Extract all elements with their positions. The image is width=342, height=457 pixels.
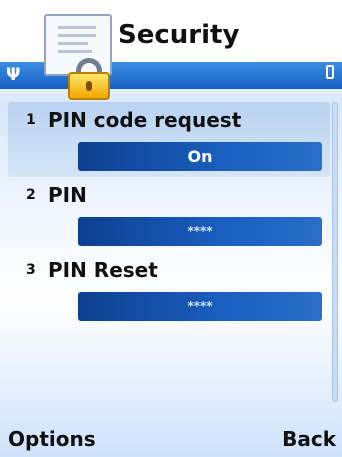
header: Ψ Security <box>0 0 342 100</box>
item-label: PIN code request <box>48 108 242 132</box>
item-number: 3 <box>26 262 36 278</box>
item-label: PIN <box>48 183 87 207</box>
item-number: 2 <box>26 187 36 203</box>
item-value-field[interactable]: **** <box>78 217 322 246</box>
page-title: Security <box>118 20 240 50</box>
lock-icon <box>68 72 110 100</box>
scrollbar[interactable] <box>332 102 338 402</box>
screen: Ψ Security 1 PIN code request On 2 PIN * <box>0 0 342 457</box>
item-value-field[interactable]: **** <box>78 292 322 321</box>
settings-item-pin-code-request[interactable]: 1 PIN code request On <box>8 102 330 177</box>
settings-item-pin-reset[interactable]: 3 PIN Reset **** <box>8 252 330 327</box>
item-number: 1 <box>26 112 36 128</box>
options-softkey[interactable]: Options <box>8 427 96 451</box>
battery-icon <box>326 65 334 79</box>
item-label: PIN Reset <box>48 258 158 282</box>
settings-list: 1 PIN code request On 2 PIN **** 3 PIN R… <box>8 102 330 327</box>
security-lock-icon <box>32 8 112 100</box>
item-value-field[interactable]: On <box>78 142 322 171</box>
back-softkey[interactable]: Back <box>282 427 336 451</box>
signal-icon: Ψ <box>6 65 21 85</box>
settings-item-pin[interactable]: 2 PIN **** <box>8 177 330 252</box>
